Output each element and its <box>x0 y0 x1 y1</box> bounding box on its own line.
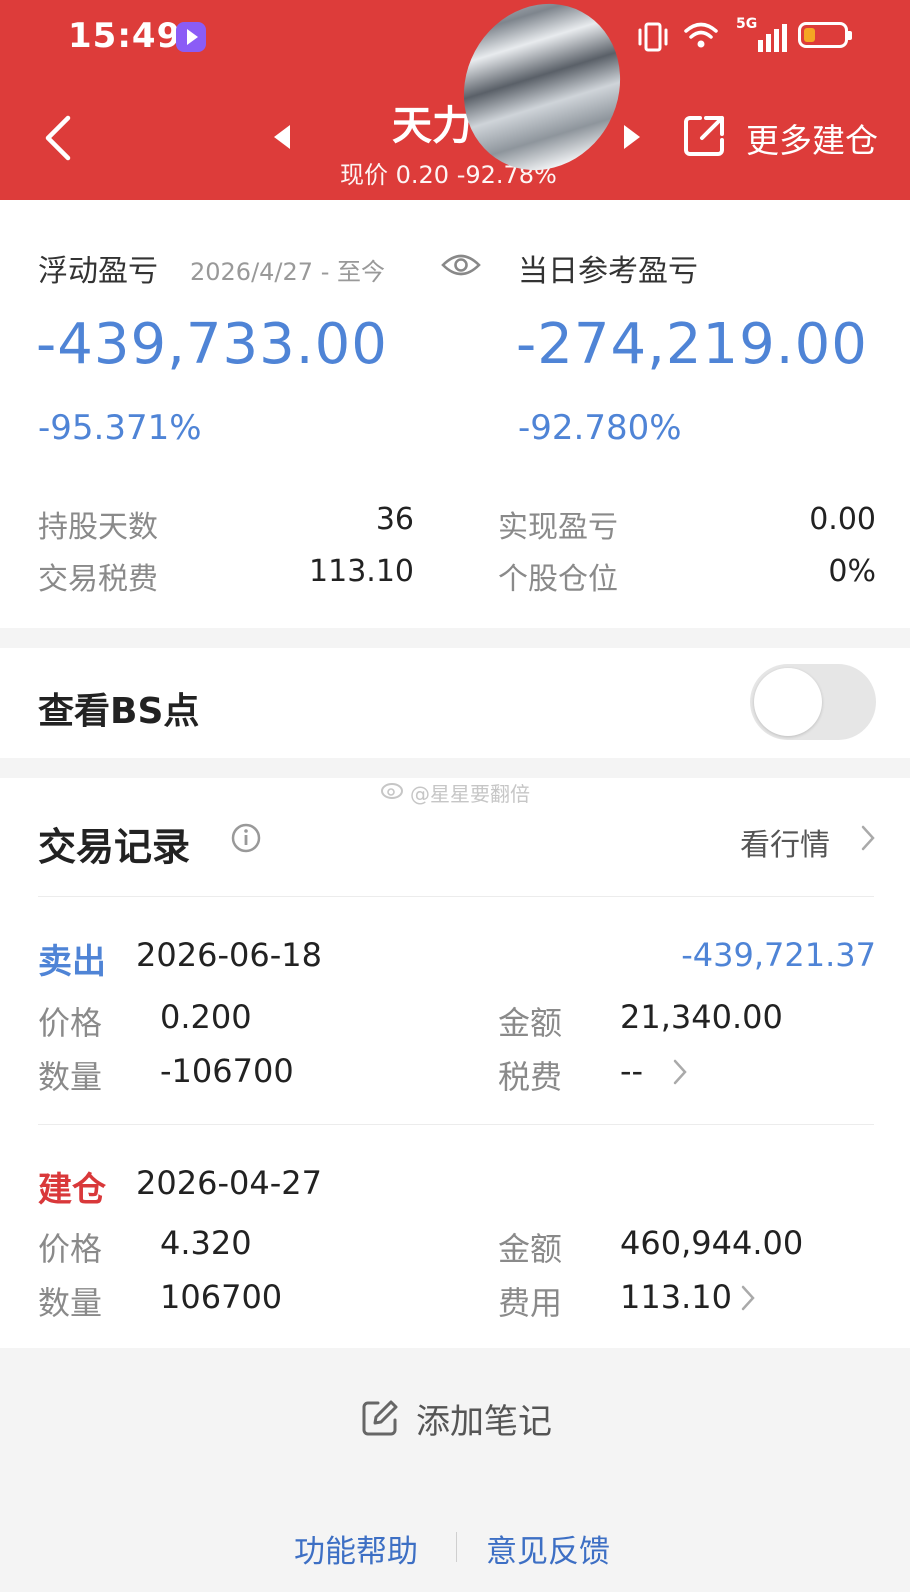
trade-pnl: -439,721.37 <box>681 936 876 974</box>
holding-date-range: 2026/4/27 - 至今 <box>190 258 385 286</box>
stock-name: 天力 <box>392 103 472 149</box>
trade-records-card: @星星要翻倍 交易记录 看行情 卖出 2026-06-18 -439,721.3… <box>0 778 910 1348</box>
realized-pnl-value: 0.00 <box>809 502 876 537</box>
bs-points-label: 查看BS点 <box>38 691 200 732</box>
trade-type-sell: 卖出 <box>38 942 106 982</box>
divider <box>38 1124 874 1125</box>
price-value: 0.200 <box>160 998 252 1036</box>
bs-points-row: 查看BS点 <box>0 648 910 758</box>
position-ratio-value: 0% <box>828 554 876 589</box>
weibo-watermark: @星星要翻倍 <box>410 782 530 806</box>
amount-label: 金额 <box>498 1004 563 1042</box>
info-icon[interactable] <box>230 822 262 854</box>
realized-pnl-label: 实现盈亏 <box>498 510 618 545</box>
hold-days-label: 持股天数 <box>38 510 158 545</box>
app-badge-icon <box>176 22 206 52</box>
fee-value-link[interactable]: 113.10 <box>620 1278 732 1316</box>
chevron-right-icon <box>673 1059 687 1085</box>
toggle-knob <box>754 668 822 736</box>
back-arrow-icon[interactable] <box>40 112 76 164</box>
trade-type-buy: 建仓 <box>38 1170 106 1210</box>
wifi-icon <box>684 22 718 48</box>
price-label: 价格 <box>38 1230 103 1268</box>
quantity-value: 106700 <box>160 1278 283 1316</box>
trade-date: 2026-06-18 <box>136 936 322 974</box>
divider <box>38 896 874 897</box>
add-note-button[interactable]: 添加笔记 <box>416 1394 552 1443</box>
more-build-button[interactable]: 更多建仓 <box>746 114 878 162</box>
pnl-summary-card: 浮动盈亏 2026/4/27 - 至今 当日参考盈亏 -439,733.00 -… <box>0 200 910 628</box>
feedback-link[interactable]: 意见反馈 <box>486 1526 610 1571</box>
amount-label: 金额 <box>498 1230 563 1268</box>
footer-divider <box>456 1532 457 1562</box>
daily-pnl-value: -274,219.00 <box>516 312 868 377</box>
edit-note-icon[interactable] <box>360 1398 400 1438</box>
signal-icon <box>758 24 787 52</box>
daily-pnl-percent: -92.780% <box>518 408 682 448</box>
trade-date: 2026-04-27 <box>136 1164 322 1202</box>
share-icon[interactable] <box>680 112 728 160</box>
hold-days-value: 36 <box>375 502 414 537</box>
quantity-label: 数量 <box>38 1284 103 1322</box>
floating-pnl-label: 浮动盈亏 <box>38 254 158 289</box>
battery-low-icon <box>798 22 852 48</box>
quantity-label: 数量 <box>38 1058 103 1096</box>
chevron-right-icon <box>741 1285 755 1311</box>
floating-pnl-value: -439,733.00 <box>36 312 388 377</box>
daily-pnl-label: 当日参考盈亏 <box>518 254 698 289</box>
trade-tax-label: 交易税费 <box>38 562 158 597</box>
tax-label: 税费 <box>498 1058 563 1096</box>
chevron-right-icon <box>861 825 875 851</box>
view-market-link[interactable]: 看行情 <box>740 820 830 864</box>
trade-records-title: 交易记录 <box>38 825 191 869</box>
prev-stock-icon[interactable] <box>270 123 294 151</box>
amount-value: 460,944.00 <box>620 1224 804 1262</box>
eye-icon[interactable] <box>440 250 482 280</box>
price-value: 4.320 <box>160 1224 252 1262</box>
top-header: 15:49 5G 天力 现价 0.20 -92.78% 更多建仓 <box>0 0 910 200</box>
fee-label: 费用 <box>498 1284 563 1322</box>
vibrate-icon <box>638 22 668 52</box>
price-label: 价格 <box>38 1004 103 1042</box>
weibo-icon <box>381 783 403 799</box>
quantity-value: -106700 <box>160 1052 294 1090</box>
position-ratio-label: 个股仓位 <box>498 562 618 597</box>
status-time: 15:49 <box>68 16 182 56</box>
floating-pnl-percent: -95.371% <box>38 408 202 448</box>
next-stock-icon[interactable] <box>620 123 644 151</box>
help-link[interactable]: 功能帮助 <box>294 1526 418 1571</box>
trade-tax-value: 113.10 <box>309 554 414 589</box>
tax-value-link[interactable]: -- <box>620 1052 643 1090</box>
amount-value: 21,340.00 <box>620 998 783 1036</box>
bs-points-toggle[interactable] <box>750 664 876 740</box>
